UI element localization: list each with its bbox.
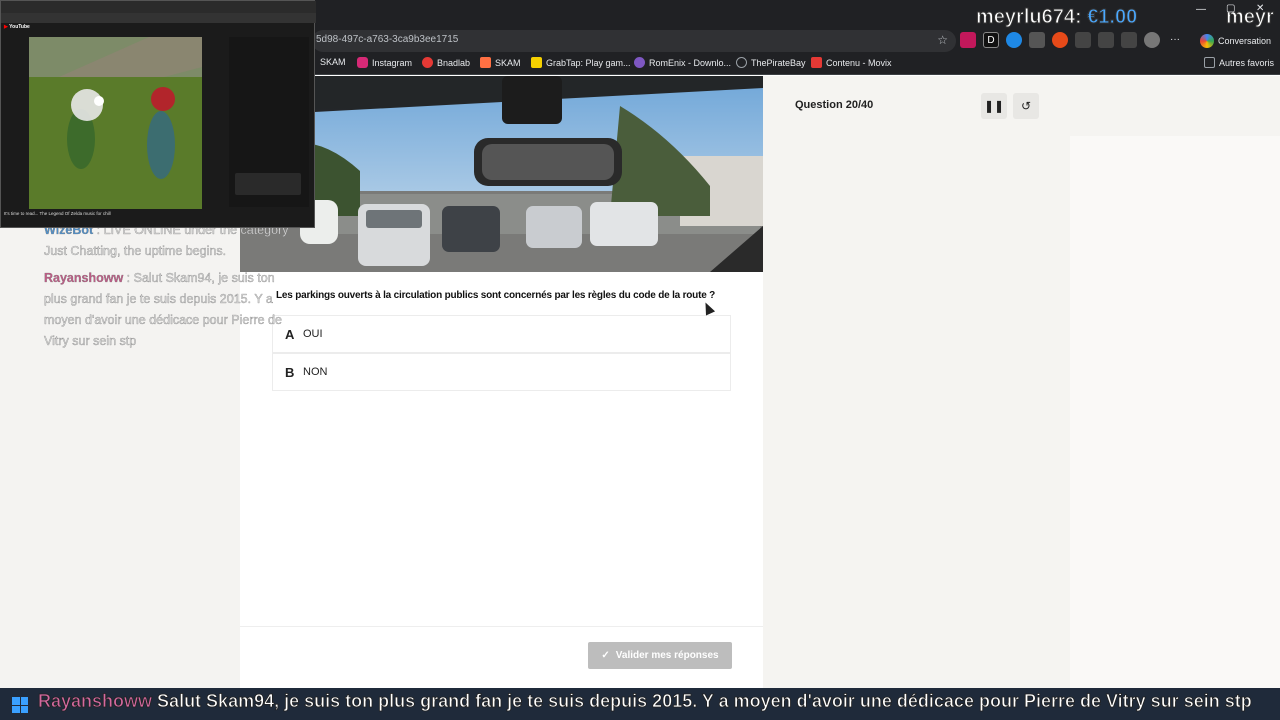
maximize-icon[interactable]: ▢ (1226, 3, 1235, 14)
pip-tab-strip (1, 1, 316, 13)
restart-icon: ↺ (1020, 99, 1032, 113)
collections-icon[interactable] (1121, 32, 1137, 48)
bookmark-label: Contenu - Movix (826, 57, 892, 68)
pip-notification (235, 173, 301, 195)
site-name: YouTube (9, 24, 30, 30)
chat-message-user: Rayanshoww : Salut Skam94, je suis ton p… (44, 271, 282, 348)
grabtap-icon (531, 57, 542, 68)
more-menu-icon[interactable]: ··· (1167, 32, 1183, 48)
favorites-icon[interactable] (1098, 32, 1114, 48)
youtube-logo: ▶ YouTube (4, 24, 30, 30)
other-bookmarks[interactable]: Autres favoris (1204, 57, 1274, 68)
answer-letter: B (285, 364, 295, 380)
answer-option-b[interactable]: B NON (272, 353, 731, 391)
pause-icon: ❚❚ (983, 99, 1005, 113)
bookmark-label: SKAM (320, 57, 346, 67)
bookmark-instagram[interactable]: Instagram (357, 57, 412, 68)
extension-puzzle-icon[interactable] (1029, 32, 1045, 48)
address-bar[interactable]: 5d98-497c-a763-3ca9b3ee1715 ☆ (312, 30, 956, 52)
extension-ublock-icon[interactable] (1052, 32, 1068, 48)
footer-divider (240, 626, 763, 627)
extension-shield-icon[interactable] (1006, 32, 1022, 48)
answer-option-a[interactable]: A OUI (272, 315, 731, 353)
restart-button[interactable]: ↺ (1013, 93, 1039, 119)
ticker-message: Salut Skam94, je suis ton plus grand fan… (157, 691, 1252, 712)
star-icon[interactable]: ☆ (937, 33, 948, 47)
bookmark-bnadlab[interactable]: Bnadlab (422, 57, 470, 68)
profile-avatar[interactable] (1144, 32, 1160, 48)
extension-icon[interactable] (960, 32, 976, 48)
bookmark-label: GrabTap: Play gam... (546, 57, 631, 68)
donation-overlay: meyrlu674: €1.00 (976, 6, 1138, 29)
donor-name: meyrlu674: (976, 6, 1083, 29)
bookmark-label: RomEnix - Downlo... (649, 57, 732, 68)
bookmark-label: ThePirateBay (751, 57, 806, 68)
folder-icon (1204, 57, 1215, 68)
question-text: Les parkings ouverts à la circulation pu… (276, 290, 716, 301)
other-bookmarks-label: Autres favoris (1219, 57, 1275, 68)
skam-icon (480, 57, 491, 68)
chat-username: Rayanshoww (44, 271, 124, 285)
bookmark-grabtap[interactable]: GrabTap: Play gam... (531, 57, 631, 68)
minimize-icon[interactable]: — (1196, 4, 1206, 15)
check-icon: ✓ (601, 650, 610, 661)
question-counter: Question 20/40 (795, 99, 874, 111)
globe-icon (736, 57, 747, 68)
video-pip-window[interactable]: ▶ YouTube It's time to read... The Legen… (0, 0, 316, 228)
windows-start-icon[interactable] (12, 697, 28, 713)
bookmark-label: Instagram (372, 57, 413, 68)
bookmark-label: Bnadlab (437, 57, 471, 68)
bookmark-romenix[interactable]: RomEnix - Downlo... (634, 57, 731, 68)
copilot-icon (1200, 34, 1214, 48)
extensions-icon[interactable] (1075, 32, 1091, 48)
bandlab-icon (422, 57, 433, 68)
pause-button[interactable]: ❚❚ (981, 93, 1007, 119)
answer-text: OUI (303, 328, 323, 340)
bookmark-skam-2[interactable]: SKAM (480, 57, 521, 68)
bookmark-thepiratebay[interactable]: ThePirateBay (736, 57, 806, 68)
extension-d-icon[interactable]: D (983, 32, 999, 48)
answer-text: NON (303, 366, 328, 378)
donation-amount: €1.00 (1087, 6, 1138, 29)
conversation-label: Conversation (1218, 36, 1272, 46)
stream-chat-overlay: WizeBot : LIVE ONLINE under the category… (44, 220, 294, 358)
bookmark-label: SKAM (495, 57, 521, 68)
ticker-username: Rayanshoww (38, 691, 153, 712)
close-icon[interactable]: ✕ (1256, 3, 1264, 14)
romenix-icon (634, 57, 645, 68)
instagram-icon (357, 57, 368, 68)
movix-icon (811, 57, 822, 68)
question-image (240, 76, 763, 272)
submit-label: Valider mes réponses (615, 650, 719, 661)
url-text: 5d98-497c-a763-3ca9b3ee1715 (316, 34, 459, 45)
side-panel-inner (1070, 136, 1280, 688)
video-frame[interactable] (29, 37, 202, 209)
conversation-button[interactable]: Conversation (1200, 32, 1271, 50)
bookmark-movix[interactable]: Contenu - Movix (811, 57, 892, 68)
extension-icons: D ··· (960, 32, 1183, 48)
submit-answers-button[interactable]: ✓ Valider mes réponses (588, 642, 732, 669)
chat-ticker: Rayanshoww Salut Skam94, je suis ton plu… (38, 691, 1253, 712)
video-title: It's time to read... The Legend Of Zelda… (4, 211, 111, 216)
bookmark-skam[interactable]: SKAM (320, 57, 346, 67)
pip-address-bar (1, 13, 316, 23)
